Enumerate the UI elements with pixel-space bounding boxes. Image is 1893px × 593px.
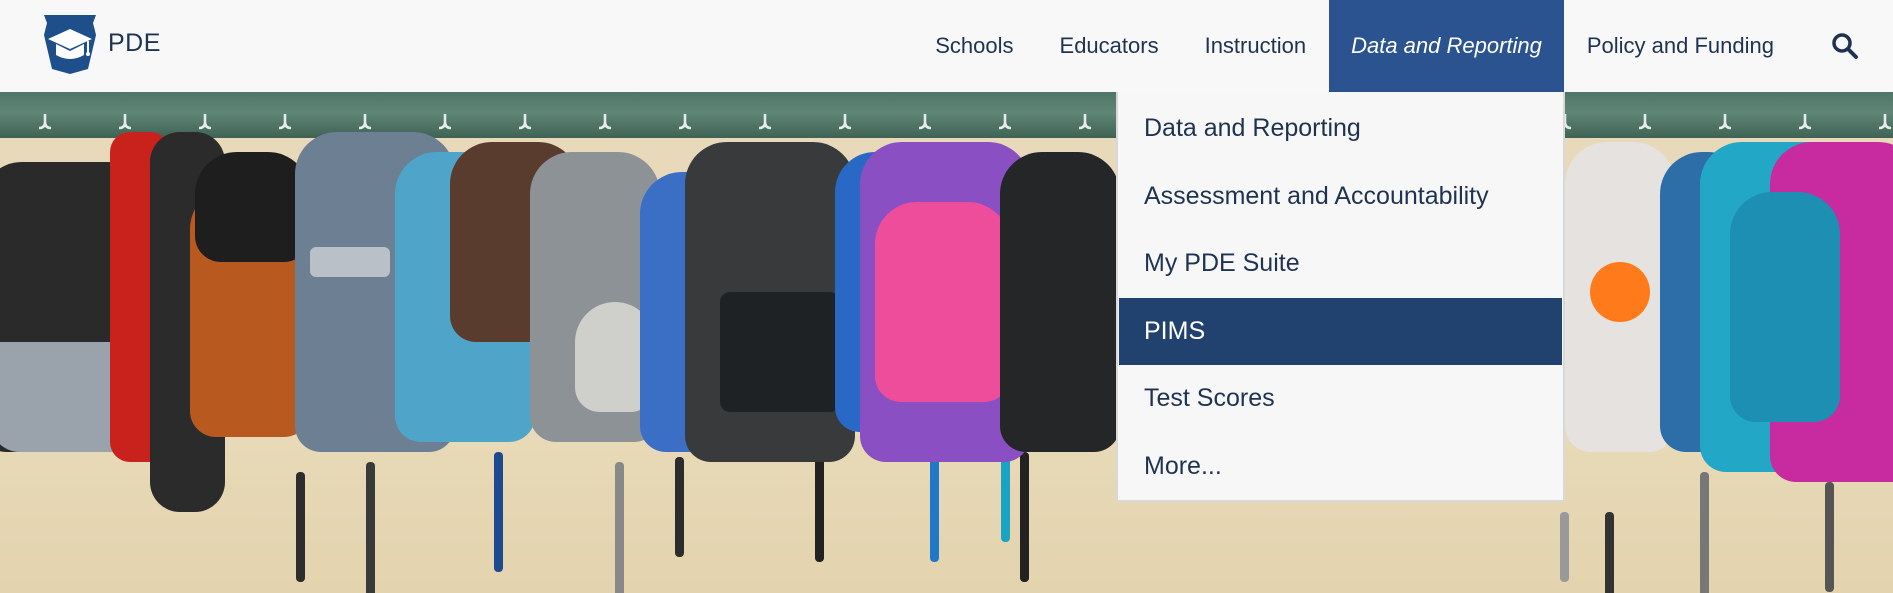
nav-item-instruction[interactable]: Instruction xyxy=(1182,0,1330,92)
coat-hook xyxy=(998,114,1012,130)
keystone-graduation-cap-icon[interactable] xyxy=(40,13,100,75)
coat-hook xyxy=(1718,114,1732,130)
coat-hook xyxy=(198,114,212,130)
dropdown-item-test-scores[interactable]: Test Scores xyxy=(1118,365,1563,433)
coat-hook xyxy=(1638,114,1652,130)
main-navigation: Schools Educators Instruction Data and R… xyxy=(912,0,1893,92)
coat-hook xyxy=(518,114,532,130)
coat-hook xyxy=(838,114,852,130)
nav-item-data-and-reporting[interactable]: Data and Reporting xyxy=(1329,0,1564,92)
search-button[interactable] xyxy=(1797,0,1893,92)
data-and-reporting-dropdown: Data and Reporting Assessment and Accoun… xyxy=(1116,92,1565,502)
coat-hook xyxy=(118,114,132,130)
dropdown-item-data-and-reporting[interactable]: Data and Reporting xyxy=(1118,95,1563,163)
hero-image-backpacks xyxy=(0,92,1893,593)
coat-hook xyxy=(278,114,292,130)
coat-hook xyxy=(918,114,932,130)
coat-hook xyxy=(38,114,52,130)
site-header: PDE Schools Educators Instruction Data a… xyxy=(0,0,1893,92)
coat-hook xyxy=(758,114,772,130)
search-icon xyxy=(1832,33,1858,59)
nav-item-educators[interactable]: Educators xyxy=(1037,0,1182,92)
site-brand-name[interactable]: PDE xyxy=(108,29,161,58)
coat-hook xyxy=(678,114,692,130)
nav-item-schools[interactable]: Schools xyxy=(912,0,1036,92)
coat-hook xyxy=(1878,114,1892,130)
dropdown-item-assessment-and-accountability[interactable]: Assessment and Accountability xyxy=(1118,163,1563,231)
coat-hook xyxy=(438,114,452,130)
dropdown-item-more[interactable]: More... xyxy=(1118,433,1563,501)
coat-hook xyxy=(1078,114,1092,130)
nav-item-policy-and-funding[interactable]: Policy and Funding xyxy=(1564,0,1797,92)
coat-hook xyxy=(1798,114,1812,130)
coat-hook xyxy=(358,114,372,130)
dropdown-item-my-pde-suite[interactable]: My PDE Suite xyxy=(1118,230,1563,298)
coat-hook xyxy=(598,114,612,130)
dropdown-item-pims[interactable]: PIMS xyxy=(1119,297,1562,365)
